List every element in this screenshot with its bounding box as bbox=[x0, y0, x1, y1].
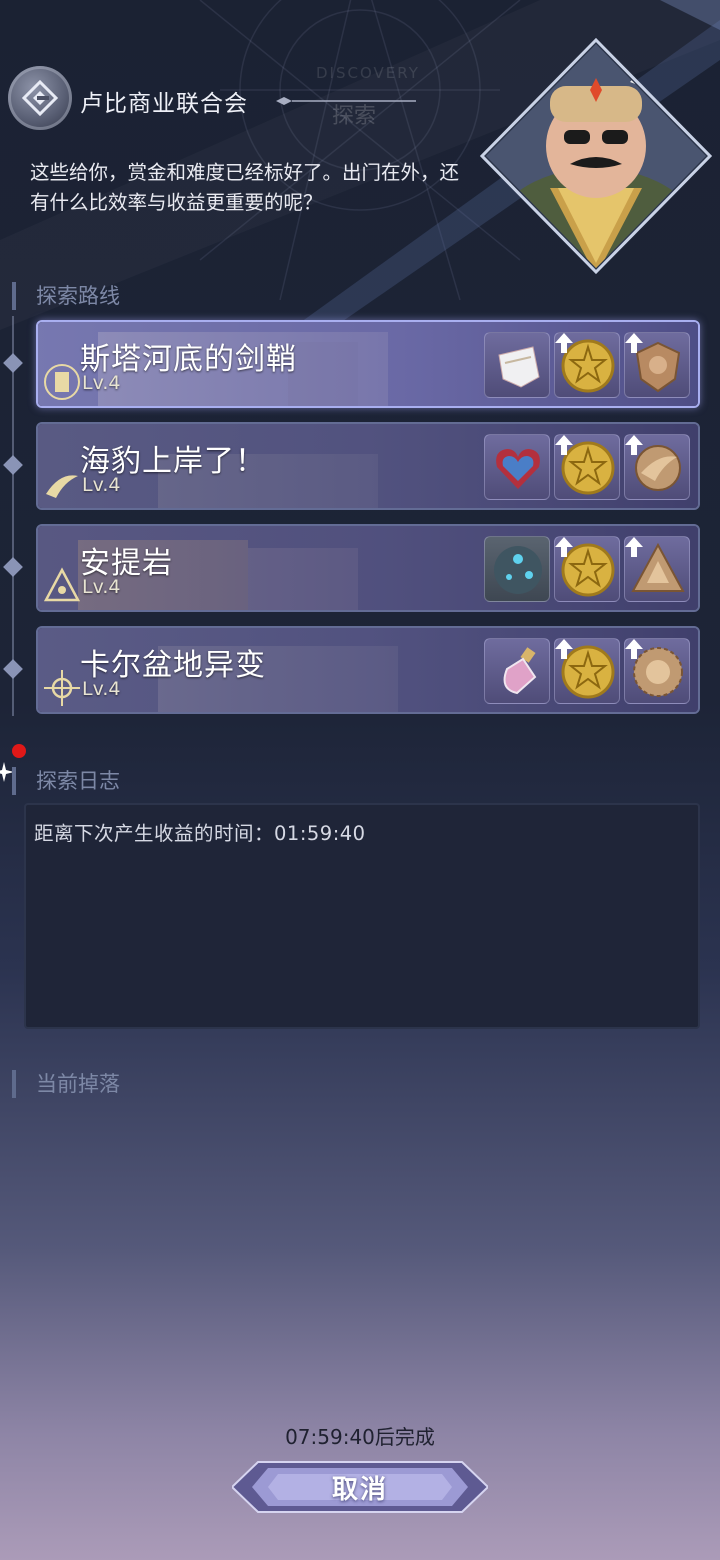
reward-item[interactable] bbox=[624, 638, 690, 704]
reward-item[interactable] bbox=[624, 332, 690, 398]
reward-item[interactable] bbox=[554, 434, 620, 500]
reward-item[interactable] bbox=[484, 536, 550, 602]
cancel-label: 取消 bbox=[331, 1474, 388, 1505]
faction-emblem-icon bbox=[8, 66, 72, 130]
log-section-title: 探索日志 bbox=[12, 767, 120, 795]
reward-item[interactable] bbox=[484, 332, 550, 398]
completion-time: 07:59:40后完成 bbox=[285, 1425, 435, 1449]
route-card[interactable]: 安提岩 Lv.4 bbox=[36, 524, 700, 612]
upgrade-arrow-icon bbox=[555, 537, 573, 557]
route-level: Lv.4 bbox=[82, 474, 121, 496]
faction-name: 卢比商业联合会 bbox=[80, 91, 248, 117]
route-card[interactable]: 卡尔盆地异变 Lv.4 bbox=[36, 626, 700, 714]
white-cloth-icon bbox=[498, 346, 540, 388]
blue-orb-icon bbox=[494, 546, 542, 594]
reward-item[interactable] bbox=[624, 434, 690, 500]
route-card[interactable]: 斯塔河底的剑鞘 Lv.4 bbox=[36, 320, 700, 408]
npc-dialog: 这些给你，赏金和难度已经标好了。出门在外，还有什么比效率与收益更重要的呢？ bbox=[30, 161, 460, 214]
route-level: Lv.4 bbox=[82, 678, 121, 700]
upgrade-arrow-icon bbox=[625, 537, 643, 557]
reward-list bbox=[484, 434, 690, 500]
drops-section-title: 当前掉落 bbox=[12, 1070, 120, 1098]
route-card[interactable]: 海豹上岸了！ Lv.4 bbox=[36, 422, 700, 510]
reward-list bbox=[484, 536, 690, 602]
upgrade-arrow-icon bbox=[555, 639, 573, 659]
watermark-cn: 探索 bbox=[332, 104, 377, 129]
potion-bottle-icon bbox=[503, 647, 537, 695]
notification-dot bbox=[12, 744, 26, 758]
upgrade-arrow-icon bbox=[625, 333, 643, 353]
upgrade-arrow-icon bbox=[555, 333, 573, 353]
watermark-en: DISCOVERY bbox=[316, 64, 420, 82]
sun-crest-icon bbox=[44, 670, 80, 706]
horn-crest-icon bbox=[46, 475, 78, 498]
upgrade-arrow-icon bbox=[625, 435, 643, 455]
npc-portrait bbox=[480, 38, 712, 275]
cancel-button[interactable]: 取消 bbox=[232, 1458, 488, 1516]
routes-section-title: 探索路线 bbox=[12, 282, 120, 310]
reward-item[interactable] bbox=[484, 638, 550, 704]
reward-list bbox=[484, 332, 690, 398]
upgrade-arrow-icon bbox=[625, 639, 643, 659]
heart-box-icon bbox=[496, 449, 540, 489]
route-level: Lv.4 bbox=[82, 372, 121, 394]
exploration-log: 距离下次产生收益的时间：01:59:40 bbox=[24, 803, 700, 1029]
reward-item[interactable] bbox=[554, 638, 620, 704]
triangle-crest-icon bbox=[43, 567, 81, 602]
route-timeline bbox=[12, 316, 14, 716]
reward-item[interactable] bbox=[554, 332, 620, 398]
reward-item[interactable] bbox=[484, 434, 550, 500]
reward-list bbox=[484, 638, 690, 704]
upgrade-arrow-icon bbox=[555, 435, 573, 455]
reward-item[interactable] bbox=[554, 536, 620, 602]
log-entry: 距离下次产生收益的时间：01:59:40 bbox=[34, 822, 366, 845]
reward-item[interactable] bbox=[624, 536, 690, 602]
city-crest-icon bbox=[44, 364, 80, 400]
route-level: Lv.4 bbox=[82, 576, 121, 598]
